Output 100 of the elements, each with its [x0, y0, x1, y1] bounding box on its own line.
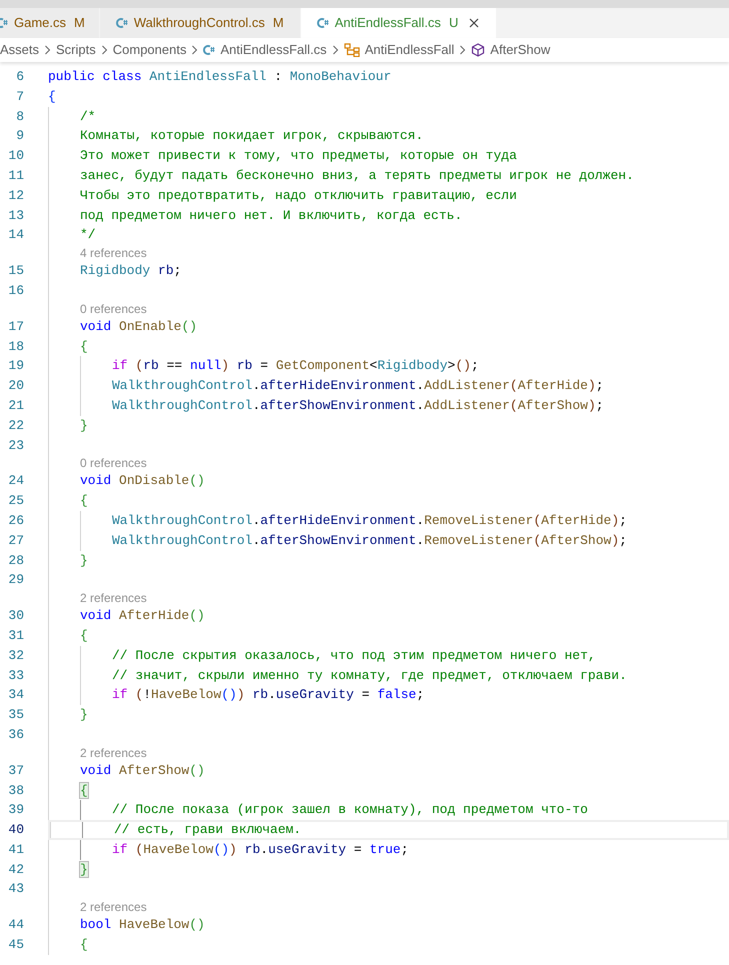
line-number: 40 [7, 821, 24, 840]
line-number: 22 [7, 416, 24, 435]
code-line: WalkthroughControl.afterHideEnvironment.RemoveListener(AfterHide); [112, 512, 627, 530]
code-line: Rigidbody rb; [80, 262, 182, 280]
line-number: 16 [7, 282, 24, 300]
code-line: bool HaveBelow() [80, 916, 205, 934]
line-number: 32 [7, 646, 24, 665]
line-number: 45 [7, 936, 24, 954]
code-line: if (!HaveBelow()) rb.useGravity = false; [112, 686, 424, 704]
line-number: 13 [7, 206, 24, 225]
breadcrumb-item[interactable]: Components [112, 40, 186, 60]
references-link[interactable]: 0 references [80, 455, 147, 472]
line-number: 14 [7, 226, 24, 244]
line-number: 37 [7, 762, 24, 780]
code-line: { [48, 88, 56, 106]
chevron-right-icon [459, 45, 466, 55]
chevron-right-icon [44, 45, 52, 55]
references-link[interactable]: 2 references [80, 744, 147, 761]
line-number: 26 [7, 512, 24, 530]
line-number: 39 [7, 801, 24, 820]
line-number: 44 [7, 916, 24, 934]
code-line: /* [80, 108, 96, 126]
code-line: } [80, 706, 88, 724]
code-line: Чтобы это предотвратить, надо отключить гравитацию, если [80, 186, 517, 205]
code-line: if (rb == null) rb = GetComponent<Rigidbody>(); [112, 357, 479, 376]
breadcrumb-item[interactable]: Scripts [56, 40, 96, 60]
csharp-file-icon [316, 17, 329, 29]
breadcrumb-item[interactable]: AntiEndlessFall [344, 40, 454, 60]
line-number: 10 [7, 147, 24, 166]
code-line: void AfterShow() [80, 762, 205, 780]
code-line: занес, будут падать бесконечно вниз, а терять предметы игрок не должен. [80, 166, 634, 185]
line-number: 41 [7, 840, 24, 859]
code-line: // После показа (игрок зашел в комнату), под предметом что-то [112, 801, 588, 820]
line-number: 21 [7, 396, 24, 415]
chevron-right-icon [332, 45, 339, 55]
code-line: } [80, 552, 88, 570]
line-number: 38 [7, 782, 24, 800]
code-line: void OnEnable() [80, 318, 198, 336]
code-line: // После скрытия оказалось, что под этим предметом ничего нет, [112, 646, 596, 665]
references-link[interactable]: 4 references [80, 245, 147, 262]
line-number: 19 [7, 357, 24, 376]
line-number: 31 [7, 626, 24, 645]
line-number: 29 [7, 571, 24, 590]
code-line: { [80, 492, 88, 510]
close-icon[interactable] [468, 17, 480, 29]
csharp-file-icon [203, 44, 216, 56]
line-number: 24 [7, 472, 24, 490]
line-number: 27 [7, 532, 24, 550]
code-line: void OnDisable() [80, 472, 205, 490]
code-line: Комнаты, которые покидает игрок, скрываются. [80, 127, 424, 146]
code-line: { [80, 626, 88, 645]
code-line: Это может привести к тому, что предметы, которые он туда [80, 147, 517, 166]
code-line: { [80, 780, 88, 800]
line-number: 35 [7, 706, 24, 724]
cube-icon [471, 43, 486, 57]
csharp-file-icon [116, 17, 128, 29]
line-number: 6 [15, 68, 24, 86]
code-line: void AfterHide() [80, 607, 205, 626]
line-number: 12 [7, 186, 24, 205]
chevron-right-icon [100, 45, 108, 55]
line-number: 23 [7, 436, 24, 455]
code-line: WalkthroughControl.afterShowEnvironment.AddListener(AfterShow); [112, 396, 604, 415]
references-link[interactable]: 2 references [80, 590, 147, 606]
line-number: 34 [7, 686, 24, 704]
code-line: под предметом ничего нет. И включить, когда есть. [80, 206, 462, 225]
line-number: 17 [7, 318, 24, 336]
class-icon [344, 43, 360, 57]
line-number: 25 [7, 492, 24, 510]
line-number: 8 [15, 108, 24, 126]
code-line: // значит, скрыли именно ту комнату, где предмет, отключаем грави. [112, 666, 627, 685]
line-number: 43 [7, 880, 24, 898]
line-number: 9 [15, 127, 24, 146]
breadcrumb-item[interactable]: AntiEndlessFall.cs [203, 40, 327, 60]
breadcrumb-item[interactable]: Assets [0, 40, 40, 60]
code-line: } [80, 416, 88, 435]
line-number: 33 [7, 666, 24, 685]
line-number: 20 [7, 377, 24, 396]
references-link[interactable]: 0 references [80, 300, 147, 317]
code-line: // есть, грави включаем. [114, 821, 302, 840]
breadcrumb-item[interactable]: AfterShow [471, 40, 550, 60]
line-number: 28 [7, 552, 24, 570]
editor-tab[interactable]: WalkthroughControl.cs M [100, 8, 301, 38]
line-number: 30 [7, 607, 24, 626]
references-link[interactable]: 2 references [80, 899, 147, 916]
code-line: if (HaveBelow()) rb.useGravity = true; [112, 840, 409, 859]
editor-tab[interactable]: AntiEndlessFall.cs U [300, 8, 498, 38]
chevron-right-icon [191, 45, 198, 55]
code-line: public class AntiEndlessFall : MonoBehaviour [48, 68, 392, 86]
line-number: 11 [7, 166, 24, 185]
code-line: { [80, 338, 88, 356]
line-number: 18 [7, 338, 24, 356]
code-line: { [80, 936, 88, 954]
line-number: 36 [7, 726, 24, 744]
editor-tab[interactable]: Game.cs M [0, 8, 100, 38]
code-line: */ [80, 226, 96, 244]
line-number: 42 [7, 860, 24, 879]
code-line: WalkthroughControl.afterShowEnvironment.RemoveListener(AfterShow); [112, 532, 627, 550]
line-number: 7 [15, 88, 24, 106]
code-line: WalkthroughControl.afterHideEnvironment.AddListener(AfterHide); [112, 377, 604, 396]
line-number: 15 [7, 262, 24, 280]
